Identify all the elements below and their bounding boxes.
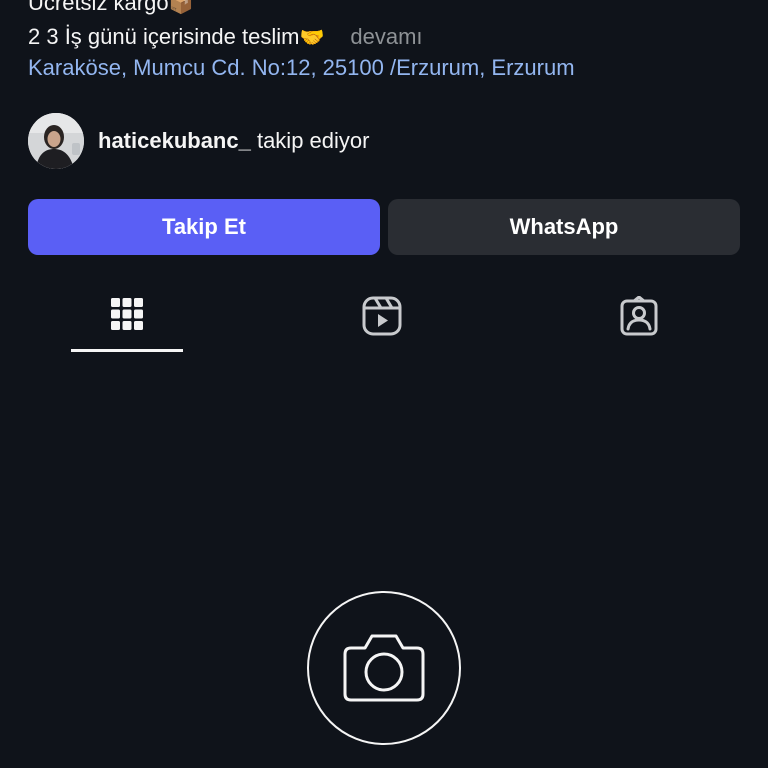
tab-tagged[interactable]: [583, 290, 695, 352]
followed-by-suffix: takip ediyor: [250, 128, 370, 153]
bio-line-shipping: Ücretsiz kargo📦: [28, 0, 194, 16]
handshake-icon: 🤝: [299, 25, 325, 49]
active-tab-indicator: [71, 349, 183, 352]
followed-by-text: haticekubanc_ takip ediyor: [98, 128, 369, 154]
followed-by-row[interactable]: haticekubanc_ takip ediyor: [28, 113, 369, 169]
avatar[interactable]: [28, 113, 84, 169]
camera-icon: [341, 628, 427, 709]
whatsapp-button[interactable]: WhatsApp: [388, 199, 740, 255]
profile-tabs: [0, 290, 768, 352]
more-link[interactable]: devamı: [350, 24, 422, 49]
tab-reels[interactable]: [326, 290, 438, 352]
tagged-icon: [619, 290, 659, 352]
bio-line-delivery: 2 3 İş günü içerisinde teslim🤝 devamı: [28, 24, 423, 50]
tab-posts[interactable]: [71, 290, 183, 352]
address-link[interactable]: Karaköse, Mumcu Cd. No:12, 25100 /Erzuru…: [28, 55, 575, 81]
bio-delivery-text: 2 3 İş günü içerisinde teslim: [28, 24, 300, 49]
follow-button[interactable]: Takip Et: [28, 199, 380, 255]
package-icon: 📦: [168, 0, 194, 15]
reels-icon: [362, 290, 402, 352]
grid-icon: [110, 290, 144, 352]
bio-shipping-text: Ücretsiz kargo: [28, 0, 169, 15]
follower-username[interactable]: haticekubanc_: [98, 128, 251, 153]
empty-state-camera: [307, 591, 461, 745]
